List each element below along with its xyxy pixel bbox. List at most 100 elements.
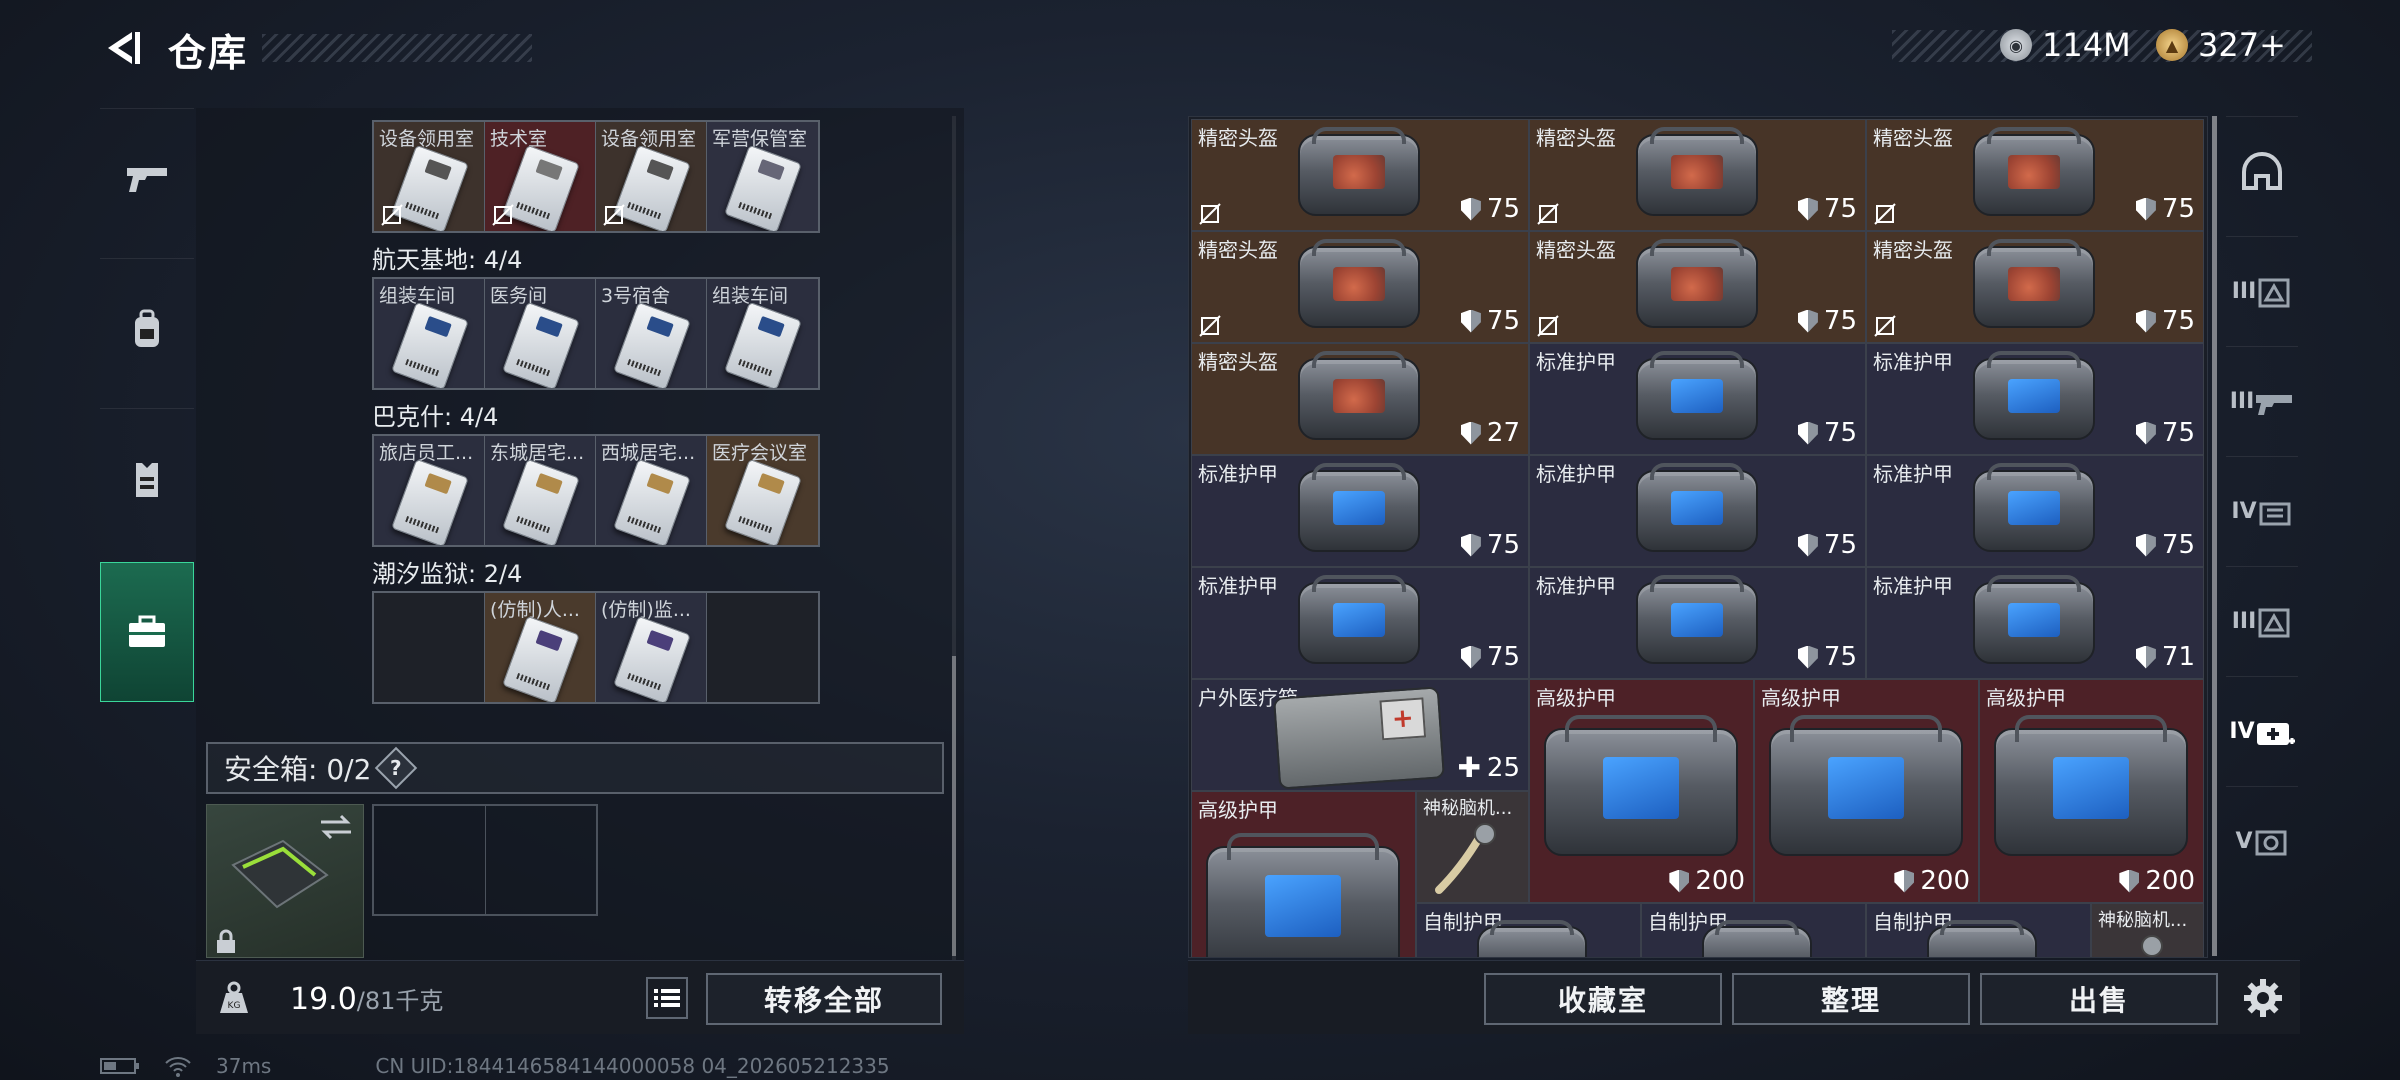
- keycard-slot[interactable]: 军营保管室: [707, 122, 818, 231]
- tab-helmet-filter[interactable]: [2226, 116, 2298, 226]
- keycard-slot[interactable]: 组装车间: [707, 279, 818, 388]
- item-slot[interactable]: 高级护甲 200: [1979, 679, 2204, 903]
- tab-level-filter[interactable]: IV: [2226, 456, 2298, 566]
- item-slot[interactable]: 标准护甲 75: [1529, 455, 1866, 567]
- keycard-slot[interactable]: 技术室: [485, 122, 596, 231]
- keycard-row: 设备领用室 技术室 设备领用室 军营保管室: [372, 120, 820, 233]
- item-durability: 75: [1797, 194, 1857, 224]
- item-slot[interactable]: 精密头盔 75: [1191, 119, 1529, 231]
- item-slot[interactable]: 高级护甲 200: [1754, 679, 1979, 903]
- item-slot[interactable]: 神秘脑机...: [1416, 791, 1529, 903]
- item-slot[interactable]: 精密头盔 75: [1191, 231, 1529, 343]
- item-slot[interactable]: 标准护甲 71: [1866, 567, 2204, 679]
- item-durability: 200: [1669, 866, 1745, 896]
- shield-icon: [1460, 197, 1481, 221]
- swap-icon[interactable]: [319, 813, 353, 841]
- gold-amount: 327+: [2198, 26, 2286, 64]
- item-slot[interactable]: 标准护甲 75: [1191, 455, 1529, 567]
- silver-currency: ◉ 114M: [2000, 26, 2131, 64]
- keycard-slot[interactable]: 医疗会议室: [707, 436, 818, 545]
- safe-box-empty-slots[interactable]: [372, 804, 598, 916]
- item-slot[interactable]: 精密头盔 75: [1529, 231, 1866, 343]
- keycard-slot-empty[interactable]: [707, 593, 818, 702]
- keycard-label: 3号宿舍: [601, 285, 671, 307]
- keycard-slot[interactable]: 设备领用室: [596, 122, 707, 231]
- item-name: 标准护甲: [1198, 574, 1278, 598]
- transfer-all-button[interactable]: 转移全部: [706, 973, 942, 1025]
- item-durability: 75: [1797, 306, 1857, 336]
- list-icon: [654, 989, 680, 1007]
- tab-level-filter[interactable]: III: [2226, 346, 2298, 456]
- keycard-label: 旅店员工...: [379, 442, 474, 464]
- keycard-slot[interactable]: (仿制)监...: [596, 593, 707, 702]
- item-durability: 75: [2135, 530, 2195, 560]
- item-slot[interactable]: 自制护甲: [1416, 903, 1641, 957]
- item-slot[interactable]: 精密头盔 75: [1529, 119, 1866, 231]
- shield-icon: [2135, 421, 2156, 445]
- item-slot[interactable]: 标准护甲 75: [1191, 567, 1529, 679]
- item-slot[interactable]: 神秘脑机...: [2091, 903, 2204, 957]
- tab-level-filter-active[interactable]: IV: [2226, 676, 2298, 786]
- item-slot[interactable]: 标准护甲 75: [1866, 455, 2204, 567]
- helmet-bag-icon: [1973, 126, 2095, 216]
- tab-level-filter[interactable]: V: [2226, 786, 2298, 896]
- item-durability: 71: [2135, 642, 2195, 672]
- item-slot[interactable]: 户外医疗箱 + ✚ 25: [1191, 679, 1529, 791]
- tab-level-filter[interactable]: III: [2226, 236, 2298, 346]
- item-slot[interactable]: 高级护甲: [1191, 791, 1416, 957]
- item-slot[interactable]: 标准护甲 75: [1529, 567, 1866, 679]
- safe-box-slot[interactable]: [206, 804, 364, 958]
- section-label: 航天基地: 4/4: [372, 246, 523, 274]
- help-button[interactable]: ?: [375, 746, 418, 790]
- left-scrollbar[interactable]: [952, 116, 956, 960]
- item-slot[interactable]: 标准护甲 75: [1529, 343, 1866, 455]
- no-sell-icon: [603, 204, 625, 226]
- back-button[interactable]: [100, 26, 144, 70]
- item-uses: ✚ 25: [1457, 751, 1520, 784]
- item-slot[interactable]: 高级护甲 200: [1529, 679, 1754, 903]
- section-label: 巴克什: 4/4: [372, 403, 499, 431]
- keycard-slot[interactable]: 组装车间: [374, 279, 485, 388]
- keycard-slot[interactable]: (仿制)人...: [485, 593, 596, 702]
- item-slot[interactable]: 精密头盔 75: [1866, 119, 2204, 231]
- gold-currency[interactable]: ▲ 327+: [2156, 26, 2286, 64]
- item-durability: 200: [1894, 866, 1970, 896]
- keycard-label: 医务间: [490, 285, 548, 307]
- item-slot[interactable]: 自制护甲: [1641, 903, 1866, 957]
- shield-icon: [1669, 869, 1690, 893]
- item-slot[interactable]: 精密头盔 27: [1191, 343, 1529, 455]
- keycard-slot[interactable]: 设备领用室: [374, 122, 485, 231]
- keycard-slot[interactable]: 3号宿舍: [596, 279, 707, 388]
- tab-safebox[interactable]: [100, 562, 194, 702]
- keycard-slot-empty[interactable]: [374, 593, 485, 702]
- keycard-slot[interactable]: 西城居宅...: [596, 436, 707, 545]
- keycard-slot[interactable]: 医务间: [485, 279, 596, 388]
- brain-chip-icon: [1435, 823, 1496, 894]
- settings-button[interactable]: [2240, 975, 2286, 1021]
- organize-button[interactable]: 整理: [1732, 973, 1970, 1025]
- item-slot[interactable]: 标准护甲 75: [1866, 343, 2204, 455]
- safe-box-label: 安全箱: 0/2: [224, 753, 372, 786]
- keycard-icon: [613, 301, 691, 388]
- tab-weapons[interactable]: [100, 108, 194, 248]
- section-label: 潮汐监狱: 2/4: [372, 560, 523, 588]
- item-durability: 75: [1460, 642, 1520, 672]
- item-slot[interactable]: 自制护甲: [1866, 903, 2091, 957]
- keycard-slot[interactable]: 旅店员工...: [374, 436, 485, 545]
- keycard-label: 组装车间: [379, 285, 456, 307]
- keycard-icon: [724, 144, 802, 231]
- right-scrollbar[interactable]: [2212, 116, 2217, 956]
- keycard-label: 设备领用室: [601, 128, 697, 150]
- item-name: 精密头盔: [1873, 238, 1953, 262]
- left-category-tabs: [100, 108, 194, 712]
- item-slot[interactable]: 精密头盔 75: [1866, 231, 2204, 343]
- collection-room-button[interactable]: 收藏室: [1484, 973, 1722, 1025]
- helmet-bag-icon: [1298, 238, 1420, 328]
- tab-backpack[interactable]: [100, 258, 194, 398]
- keycard-slot[interactable]: 东城居宅...: [485, 436, 596, 545]
- tab-level-filter[interactable]: III: [2226, 566, 2298, 676]
- tab-vest[interactable]: [100, 408, 194, 548]
- keycard-label: (仿制)人...: [490, 599, 580, 621]
- sell-button[interactable]: 出售: [1980, 973, 2218, 1025]
- list-view-button[interactable]: [646, 977, 688, 1019]
